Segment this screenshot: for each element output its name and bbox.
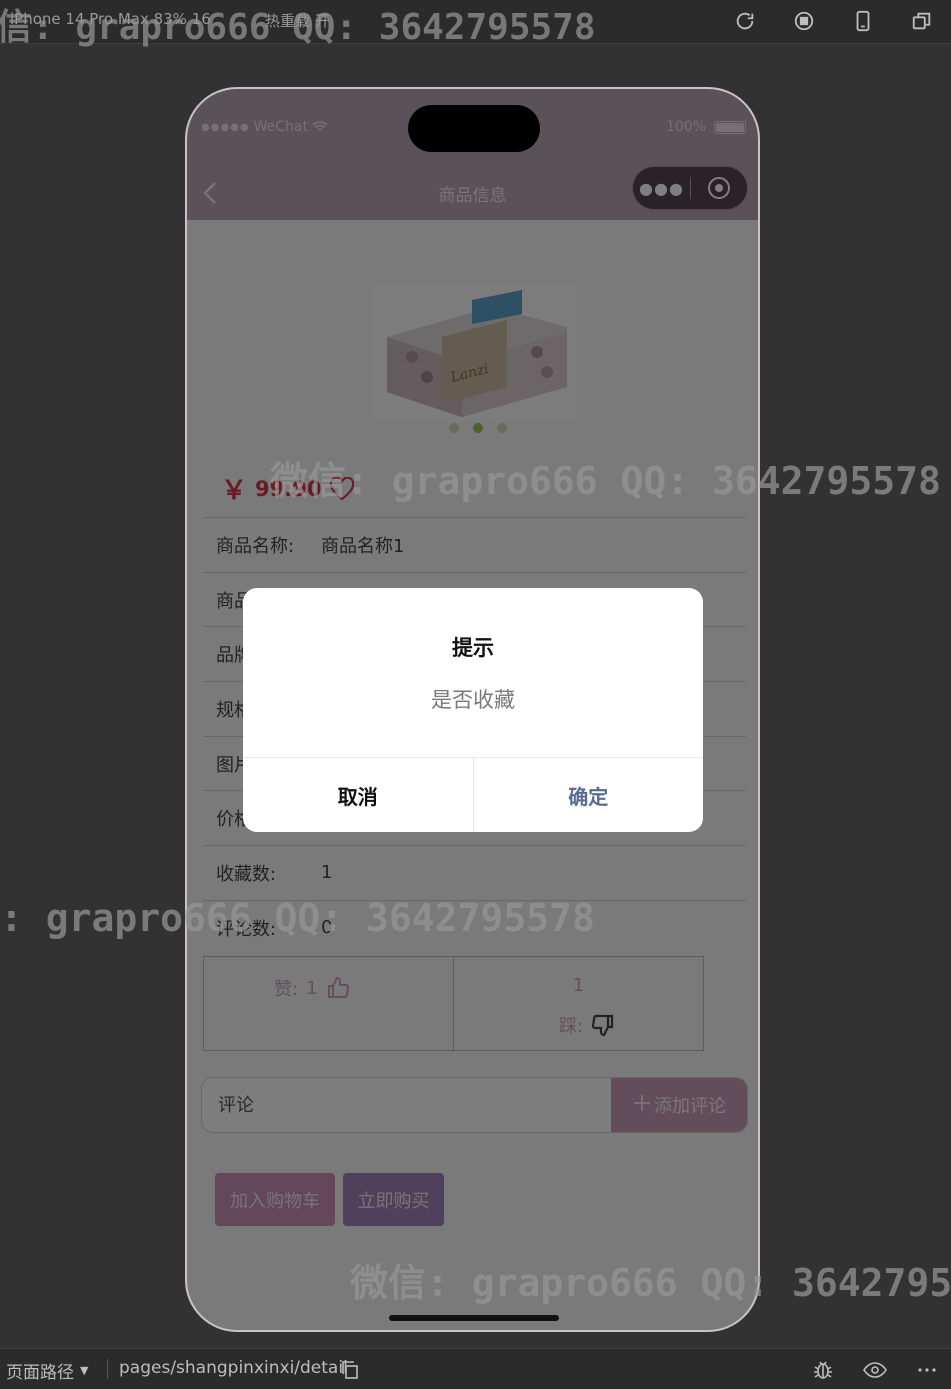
- phone-icon[interactable]: [852, 10, 874, 32]
- caret-down-icon: ▼: [80, 1364, 89, 1377]
- page-path: pages/shangpinxinxi/detail: [119, 1358, 348, 1378]
- popout-icon[interactable]: [911, 10, 933, 32]
- stop-icon[interactable]: [793, 10, 815, 32]
- cancel-button[interactable]: 取消: [243, 758, 473, 832]
- hot-reload-toggle[interactable]: 热重载 开: [265, 10, 330, 31]
- debug-bug-icon[interactable]: [811, 1358, 835, 1382]
- simulator-toolbar: iPhone 14 Pro Max 83% 16 热重载 开: [0, 0, 951, 44]
- confirm-dialog: 提示 是否收藏 取消 确定: [243, 588, 703, 832]
- preview-eye-icon[interactable]: [863, 1358, 887, 1382]
- more-options-icon[interactable]: [915, 1358, 939, 1382]
- page-path-dropdown[interactable]: 页面路径 ▼: [6, 1358, 88, 1383]
- copy-icon[interactable]: [340, 1360, 360, 1380]
- confirm-button[interactable]: 确定: [472, 758, 704, 832]
- status-footer: 页面路径 ▼ pages/shangpinxinxi/detail: [0, 1348, 951, 1389]
- dialog-message: 是否收藏: [431, 688, 515, 712]
- dynamic-island: [408, 105, 540, 152]
- dialog-title: 提示: [452, 636, 494, 660]
- home-indicator: [389, 1315, 559, 1321]
- refresh-icon[interactable]: [734, 10, 756, 32]
- device-selector[interactable]: iPhone 14 Pro Max 83% 16: [10, 10, 211, 28]
